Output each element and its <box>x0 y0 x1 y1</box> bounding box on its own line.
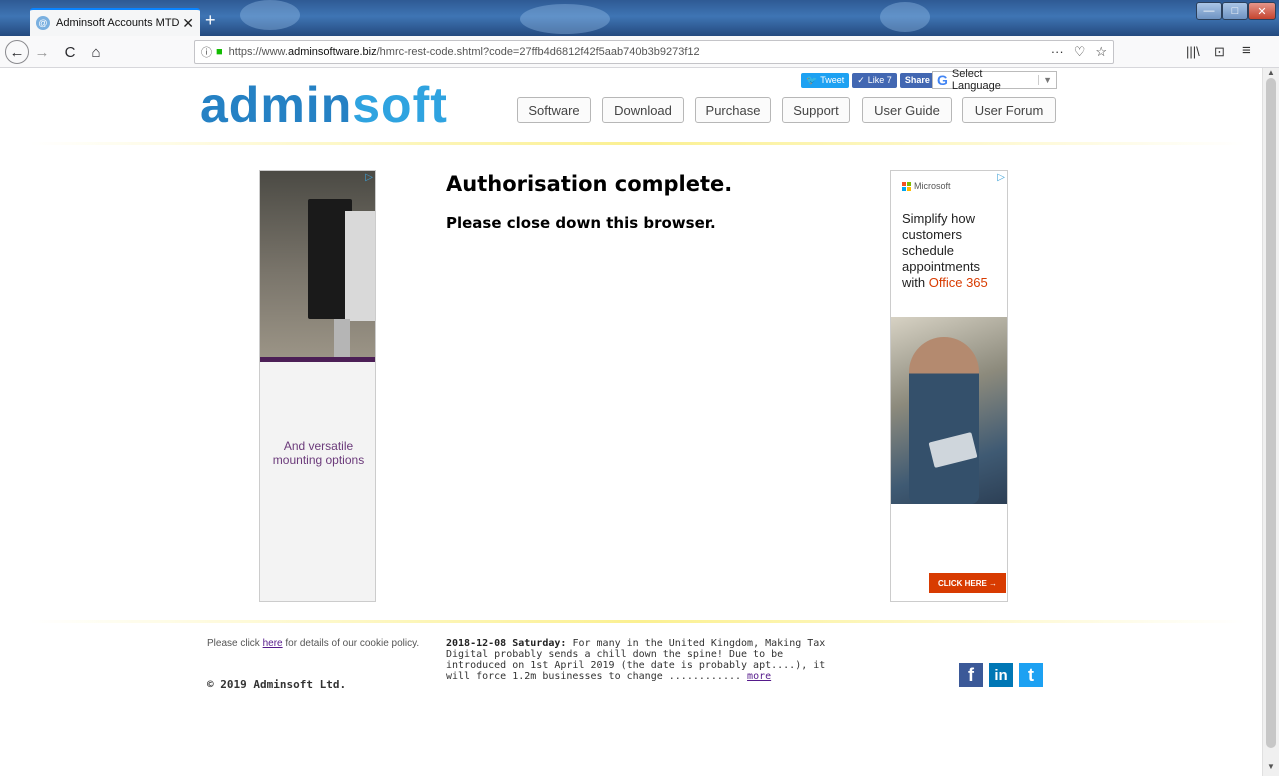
twitter-icon[interactable]: t <box>1019 663 1043 687</box>
microsoft-logo: Microsoft <box>902 181 951 191</box>
tab-title: Adminsoft Accounts MTD <box>56 17 180 29</box>
menu-purchase[interactable]: Purchase <box>695 97 771 123</box>
browser-tab[interactable]: @ Adminsoft Accounts MTD ✕ <box>30 8 200 36</box>
pocket-icon[interactable]: ♡ <box>1074 44 1086 60</box>
page-content: adminsoft 🐦 Tweet ✓ Like 7 Share G Select … <box>0 68 1262 776</box>
menu-download[interactable]: Download <box>602 97 684 123</box>
microsoft-label: Microsoft <box>914 181 951 191</box>
adchoices-icon[interactable]: ▷ <box>997 172 1005 183</box>
share-button[interactable]: Share <box>899 72 935 88</box>
maximize-button[interactable]: □ <box>1222 2 1248 20</box>
header-divider <box>30 142 1245 145</box>
window-titlebar: @ Adminsoft Accounts MTD ✕ + — □ ✕ <box>0 0 1279 36</box>
site-logo[interactable]: adminsoft <box>200 76 448 134</box>
tab-close-icon[interactable]: ✕ <box>182 15 194 32</box>
titlebar-decoration <box>240 0 300 30</box>
linkedin-icon[interactable]: in <box>989 663 1013 687</box>
social-buttons: 🐦 Tweet ✓ Like 7 Share <box>801 72 935 88</box>
ad-right-copy: Simplify how customers schedule appointm… <box>902 211 1006 291</box>
news-date: 2018-12-08 Saturday: <box>446 638 567 649</box>
dropdown-arrow-icon: ▼ <box>1038 75 1052 85</box>
url-path: /hmrc-rest-code.shtml?code=27ffb4d6812f4… <box>376 46 700 58</box>
monitor-stand-image <box>334 319 350 357</box>
like-button[interactable]: ✓ Like 7 <box>852 72 897 88</box>
menu-user-forum[interactable]: User Forum <box>962 97 1056 123</box>
copyright: © 2019 Adminsoft Ltd. <box>207 678 347 691</box>
cookie-text-after: for details of our cookie policy. <box>285 638 420 649</box>
language-label: Select Language <box>951 68 1001 92</box>
url-domain: adminsoftware.biz <box>287 46 377 58</box>
cookie-notice: Please click here for details of our coo… <box>207 638 427 650</box>
logo-part-soft: soft <box>352 77 448 133</box>
lock-icon: ■ <box>216 46 223 58</box>
tweet-button[interactable]: 🐦 Tweet <box>801 72 850 88</box>
menu-support[interactable]: Support <box>782 97 850 123</box>
facebook-icon[interactable]: f <box>959 663 983 687</box>
minimize-button[interactable]: — <box>1196 2 1222 20</box>
ad-copy-highlight: Office 365 <box>928 275 988 290</box>
bookmark-star-icon[interactable]: ☆ <box>1095 44 1107 60</box>
left-advertisement[interactable]: ▷ And versatile mounting options <box>259 170 376 602</box>
url-prefix: https://www. <box>228 46 288 58</box>
home-button[interactable]: ⌂ <box>84 40 108 64</box>
library-icon[interactable]: |||\ <box>1186 44 1200 59</box>
check-icon: ✓ <box>857 74 865 85</box>
like-label: Like 7 <box>867 75 892 85</box>
language-select[interactable]: G Select Language ▼ <box>932 68 1057 92</box>
ad-click-here-button[interactable]: CLICK HERE → <box>929 573 1006 593</box>
scroll-up-icon[interactable]: ▲ <box>1267 68 1275 77</box>
back-button[interactable]: ← <box>5 40 29 64</box>
browser-navbar: ← → C ⌂ ⓘ ■ https://www. adminsoftware.bi… <box>0 36 1279 68</box>
ad-person-photo <box>891 317 1007 504</box>
page-title: Authorisation complete. <box>446 172 733 196</box>
ad-left-text: And versatile mounting options <box>272 439 365 467</box>
cookie-text-before: Please click <box>207 638 260 649</box>
monitor-image <box>345 211 375 321</box>
page-subtitle: Please close down this browser. <box>446 214 716 232</box>
tweet-label: Tweet <box>820 75 845 85</box>
titlebar-decoration <box>520 4 610 34</box>
social-icons: f in t <box>959 663 1043 687</box>
logo-part-admin: admin <box>200 77 353 133</box>
news-more-link[interactable]: more <box>747 671 771 682</box>
menu-software[interactable]: Software <box>517 97 591 123</box>
sidebar-icon[interactable]: ⊡ <box>1214 44 1225 60</box>
forward-button[interactable]: → <box>30 40 54 64</box>
page-actions-icon[interactable]: ··· <box>1051 44 1064 60</box>
google-icon: G <box>937 72 948 88</box>
news-item: 2018-12-08 Saturday: For many in the Uni… <box>446 638 826 682</box>
close-window-button[interactable]: ✕ <box>1248 2 1276 20</box>
reload-button[interactable]: C <box>58 40 82 64</box>
adchoices-icon[interactable]: ▷ <box>365 172 373 183</box>
microsoft-squares-icon <box>902 181 911 191</box>
person-image <box>909 337 979 504</box>
vertical-scrollbar[interactable]: ▲ ▼ <box>1262 68 1279 776</box>
url-bar[interactable]: ⓘ ■ https://www. adminsoftware.biz/hmrc-r… <box>194 40 1114 64</box>
twitter-bird-icon: 🐦 <box>806 74 818 85</box>
cookie-policy-link[interactable]: here <box>263 638 283 649</box>
footer-divider <box>30 620 1245 623</box>
menu-user-guide[interactable]: User Guide <box>862 97 952 123</box>
scrollbar-thumb[interactable] <box>1266 78 1276 748</box>
tab-favicon-icon: @ <box>36 16 50 30</box>
titlebar-decoration <box>880 2 930 32</box>
info-icon[interactable]: ⓘ <box>201 44 212 60</box>
ad-product-photo <box>260 171 375 357</box>
right-advertisement[interactable]: ▷ Microsoft Simplify how customers sched… <box>890 170 1008 602</box>
scroll-down-icon[interactable]: ▼ <box>1267 762 1275 771</box>
ad-accent-bar <box>260 357 375 362</box>
new-tab-button[interactable]: + <box>205 10 216 31</box>
menu-icon[interactable]: ≡ <box>1242 42 1251 59</box>
